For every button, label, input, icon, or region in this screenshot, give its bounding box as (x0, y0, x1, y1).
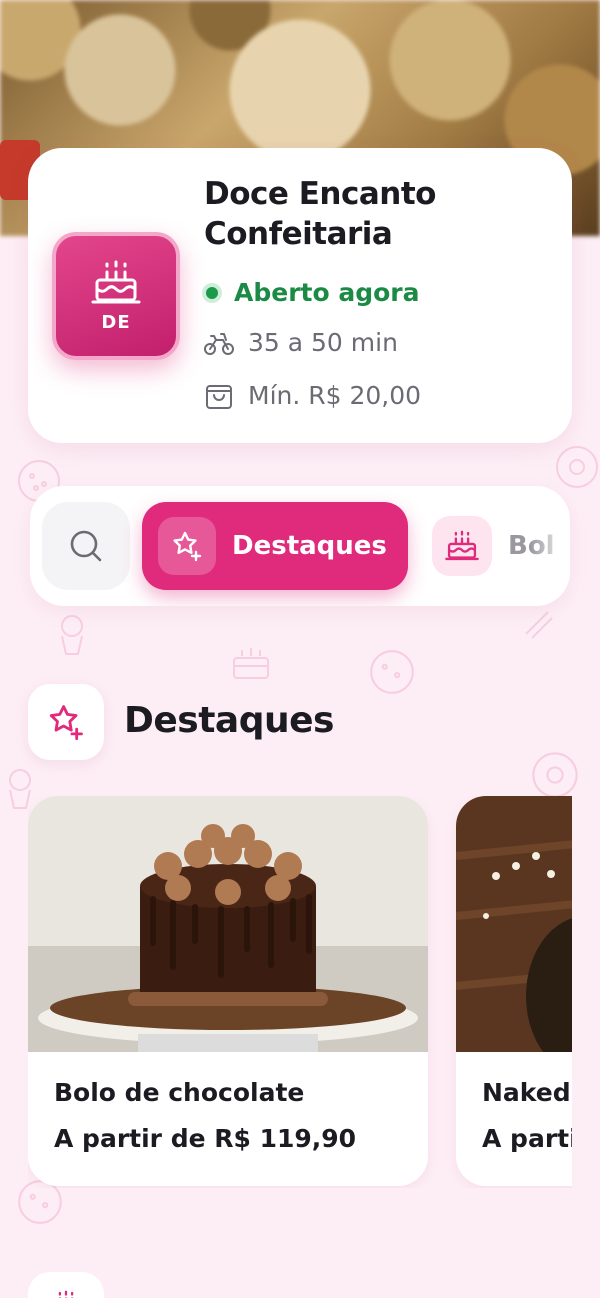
product-carousel: Bolo de chocolate A partir de R$ 119,90 … (28, 796, 572, 1188)
product-image (28, 796, 428, 1052)
bag-icon (206, 385, 232, 409)
category-icon-box (158, 517, 216, 575)
scroll-fade (530, 486, 570, 606)
delivery-time-row: 35 a 50 min (204, 328, 398, 357)
bike-icon (204, 332, 234, 355)
section-title: Destaques (124, 700, 334, 741)
search-icon (70, 530, 102, 562)
star-icon (49, 705, 83, 741)
product-name: Naked (482, 1078, 571, 1107)
section-icon-box (28, 684, 104, 760)
search-button[interactable] (42, 502, 130, 590)
next-section-icon-box (28, 1272, 104, 1298)
cake-icon (445, 530, 479, 561)
product-price: A parti (482, 1124, 572, 1153)
product-image (456, 796, 572, 1052)
cake-icon (58, 1290, 74, 1298)
store-logo-text: DE (101, 311, 131, 333)
store-status: Aberto agora (202, 278, 420, 307)
store-info-card: DE Doce Encanto Confeitaria Aberto agora… (28, 148, 572, 443)
category-label: Destaques (232, 531, 387, 561)
category-bar: Destaques Bol (30, 486, 570, 606)
status-text: Aberto agora (234, 278, 420, 307)
store-name: Doce Encanto Confeitaria (204, 176, 436, 252)
cake-icon (91, 260, 141, 303)
product-name: Bolo de chocolate (54, 1078, 305, 1107)
status-indicator (202, 282, 222, 303)
store-logo: DE (52, 232, 180, 360)
product-card[interactable]: Bolo de chocolate A partir de R$ 119,90 (28, 796, 428, 1186)
star-icon (173, 531, 202, 562)
minimum-order-text: Mín. R$ 20,00 (248, 380, 422, 410)
category-icon-box (432, 516, 492, 576)
category-tab-destaques[interactable]: Destaques (142, 502, 408, 590)
product-price: A partir de R$ 119,90 (54, 1124, 357, 1153)
minimum-order-row: Mín. R$ 20,00 (204, 380, 421, 410)
product-card[interactable]: Naked A parti (456, 796, 572, 1186)
delivery-time-text: 35 a 50 min (248, 328, 398, 357)
